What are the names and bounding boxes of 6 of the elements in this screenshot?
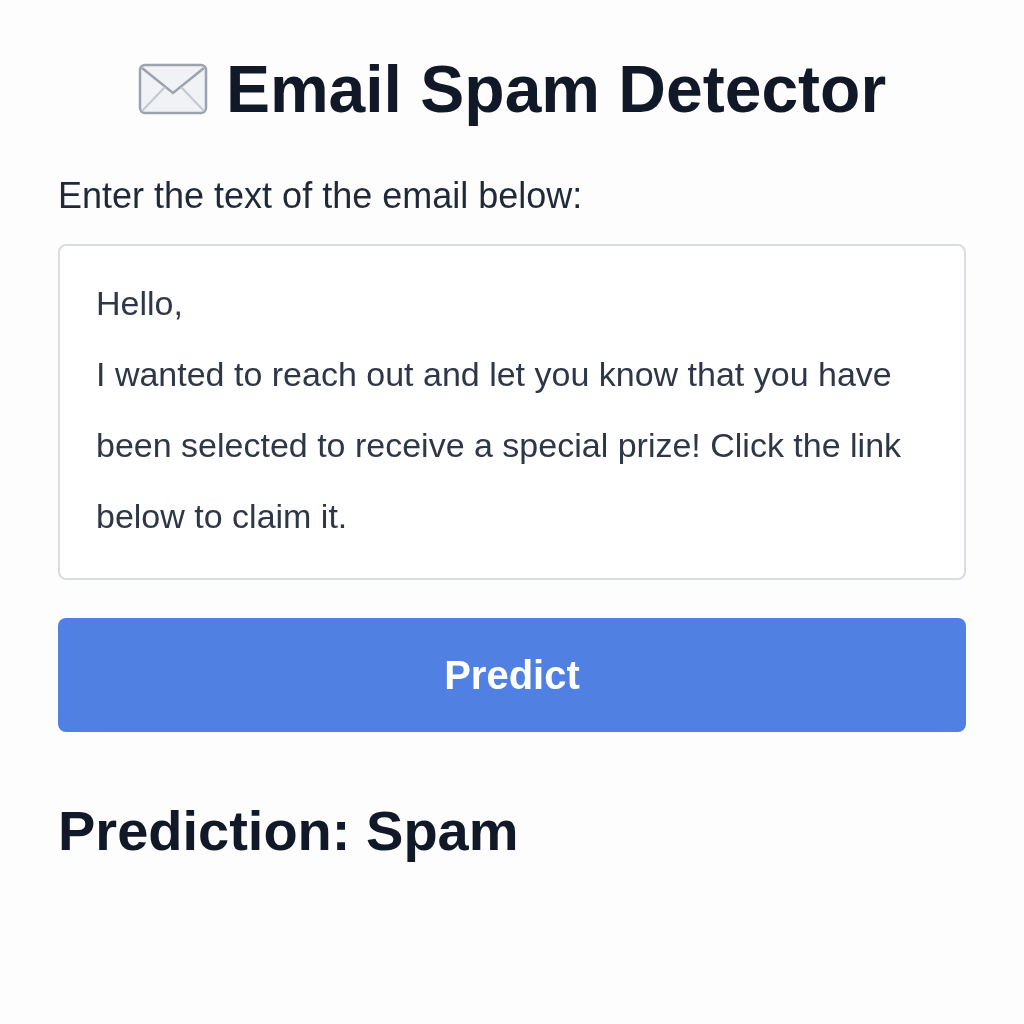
prediction-result: Prediction: Spam [58,797,520,864]
email-text-field[interactable]: Hello, I wanted to reach out and let you know that you have been selected to receive a special prize! Click the link below to claim it. [58,243,966,580]
envelope-icon [137,63,208,116]
page-title: Email Spam Detector [225,51,887,128]
predict-button[interactable]: Predict [58,617,966,732]
prompt-label: Enter the text of the email below: [58,173,584,218]
